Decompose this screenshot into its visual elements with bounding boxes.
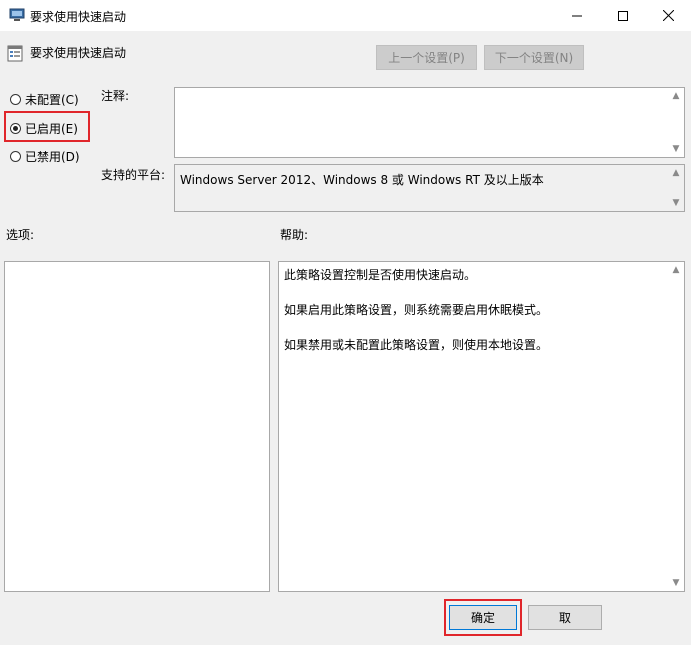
- radio-enabled[interactable]: [10, 123, 21, 134]
- radio-label: 未配置(C): [25, 93, 79, 107]
- minimize-icon: [572, 15, 582, 16]
- scroll-up-icon[interactable]: ▲: [668, 88, 684, 104]
- platform-text: Windows Server 2012、Windows 8 或 Windows …: [180, 173, 544, 187]
- help-scrollbar[interactable]: ▲ ▼: [668, 262, 684, 591]
- maximize-icon: [618, 10, 628, 21]
- close-icon: [662, 10, 674, 21]
- enabled-option[interactable]: 已启用(E): [10, 120, 78, 137]
- policy-window-icon: [9, 8, 25, 21]
- close-button[interactable]: [645, 0, 691, 31]
- platform-label: 支持的平台:: [101, 168, 166, 182]
- scroll-down-icon[interactable]: ▼: [668, 575, 684, 591]
- help-label: 帮助:: [280, 228, 309, 242]
- not-configured-option[interactable]: 未配置(C): [10, 91, 79, 108]
- platform-field: Windows Server 2012、Windows 8 或 Windows …: [174, 164, 685, 212]
- radio-label: 已禁用(D): [25, 150, 80, 164]
- help-pane: 此策略设置控制是否使用快速启动。 如果启用此策略设置，则系统需要启用休眠模式。 …: [278, 261, 685, 592]
- window-title: 要求使用快速启动: [30, 10, 127, 24]
- platform-scrollbar[interactable]: ▲ ▼: [668, 165, 684, 211]
- policy-name: 要求使用快速启动: [30, 46, 127, 60]
- options-label: 选项:: [6, 228, 35, 242]
- help-paragraph: 如果禁用或未配置此策略设置，则使用本地设置。: [284, 338, 549, 352]
- minimize-button[interactable]: [554, 0, 600, 31]
- comment-textarea[interactable]: ▲ ▼: [174, 87, 685, 158]
- previous-setting-button[interactable]: 上一个设置(P): [376, 45, 477, 70]
- maximize-button[interactable]: [600, 0, 646, 31]
- scroll-up-icon[interactable]: ▲: [668, 165, 684, 181]
- radio-label: 已启用(E): [25, 122, 78, 136]
- ok-button[interactable]: 确定: [449, 605, 517, 630]
- options-pane: [4, 261, 270, 592]
- scroll-down-icon[interactable]: ▼: [668, 195, 684, 211]
- scroll-down-icon[interactable]: ▼: [668, 141, 684, 157]
- disabled-option[interactable]: 已禁用(D): [10, 148, 80, 165]
- radio-not-configured[interactable]: [10, 94, 21, 105]
- next-setting-button[interactable]: 下一个设置(N): [484, 45, 584, 70]
- scroll-up-icon[interactable]: ▲: [668, 262, 684, 278]
- policy-setting-icon: [7, 45, 23, 62]
- cancel-button[interactable]: 取: [528, 605, 602, 630]
- comment-scrollbar[interactable]: ▲ ▼: [668, 88, 684, 157]
- help-paragraph: 此策略设置控制是否使用快速启动。: [284, 268, 477, 282]
- radio-disabled[interactable]: [10, 151, 21, 162]
- comment-label: 注释:: [101, 89, 130, 103]
- help-paragraph: 如果启用此策略设置，则系统需要启用休眠模式。: [284, 303, 549, 317]
